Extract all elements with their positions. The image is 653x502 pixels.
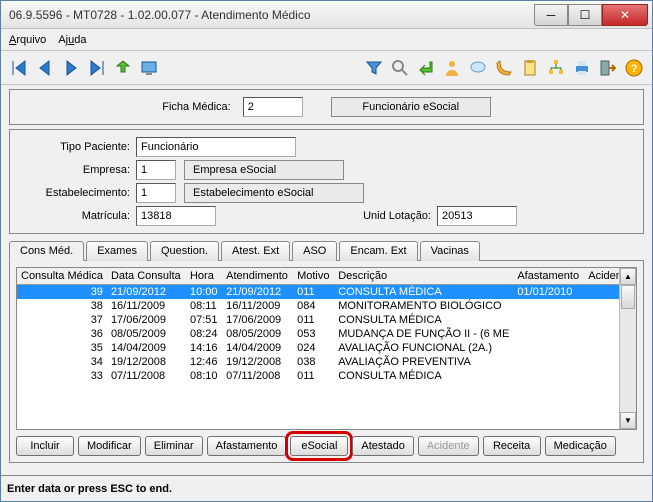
- return-icon[interactable]: [414, 56, 438, 80]
- col-afast[interactable]: Afastamento: [513, 268, 584, 285]
- statusbar: Enter data or press ESC to end.: [1, 475, 652, 501]
- atestado-button[interactable]: Atestado: [352, 436, 413, 456]
- tipo-paciente-label: Tipo Paciente:: [16, 141, 136, 153]
- filter-icon[interactable]: [362, 56, 386, 80]
- afastamento-button[interactable]: Afastamento: [207, 436, 287, 456]
- tab-page: Consulta Médica Data Consulta Hora Atend…: [9, 260, 644, 463]
- menu-arquivo[interactable]: Arquivo: [9, 34, 46, 46]
- display-icon[interactable]: [137, 56, 161, 80]
- col-motivo[interactable]: Motivo: [293, 268, 334, 285]
- tab-encam-ext[interactable]: Encam. Ext: [339, 241, 417, 261]
- tab-aso[interactable]: ASO: [292, 241, 337, 261]
- incluir-button[interactable]: Incluir: [16, 436, 74, 456]
- close-button[interactable]: ✕: [602, 4, 648, 26]
- refresh-icon[interactable]: [111, 56, 135, 80]
- esocial-button[interactable]: eSocial: [290, 436, 348, 456]
- nav-prev-icon[interactable]: [33, 56, 57, 80]
- minimize-button[interactable]: ─: [534, 4, 568, 26]
- table-row[interactable]: 3921/09/201210:0021/09/2012011CONSULTA M…: [17, 285, 636, 300]
- exit-icon[interactable]: [596, 56, 620, 80]
- empresa-input[interactable]: 1: [136, 160, 176, 180]
- matricula-input[interactable]: 13818: [136, 206, 216, 226]
- window-title: 06.9.5596 - MT0728 - 1.02.00.077 - Atend…: [1, 8, 534, 22]
- print-icon[interactable]: [570, 56, 594, 80]
- modificar-button[interactable]: Modificar: [78, 436, 141, 456]
- tab-cons-med[interactable]: Cons Méd.: [9, 241, 84, 261]
- user-icon[interactable]: [440, 56, 464, 80]
- col-hora[interactable]: Hora: [186, 268, 222, 285]
- titlebar: 06.9.5596 - MT0728 - 1.02.00.077 - Atend…: [1, 1, 652, 29]
- scroll-thumb[interactable]: [621, 285, 635, 309]
- estab-input[interactable]: 1: [136, 183, 176, 203]
- paciente-panel: Tipo Paciente: Funcionário Empresa: 1 Em…: [9, 129, 644, 234]
- ficha-label: Ficha Médica:: [162, 101, 236, 113]
- receita-button[interactable]: Receita: [483, 436, 541, 456]
- acidente-button[interactable]: Acidente: [418, 436, 479, 456]
- tab-question[interactable]: Question.: [150, 241, 219, 261]
- maximize-button[interactable]: ☐: [568, 4, 602, 26]
- svg-text:?: ?: [631, 63, 638, 75]
- table-row[interactable]: 3608/05/200908:2408/05/2009053MUDANÇA DE…: [17, 327, 636, 341]
- estab-desc: Estabelecimento eSocial: [184, 183, 364, 203]
- vertical-scrollbar[interactable]: ▲ ▼: [619, 268, 636, 429]
- table-row[interactable]: 3419/12/200812:4619/12/2008038AVALIAÇÃO …: [17, 355, 636, 369]
- nav-last-icon[interactable]: [85, 56, 109, 80]
- ficha-input[interactable]: 2: [243, 97, 303, 117]
- tab-exames[interactable]: Exames: [86, 241, 148, 261]
- estab-label: Estabelecimento:: [16, 187, 136, 199]
- nav-next-icon[interactable]: [59, 56, 83, 80]
- scroll-up-icon[interactable]: ▲: [620, 268, 636, 285]
- unid-label: Unid Lotação:: [363, 210, 437, 222]
- empresa-label: Empresa:: [16, 164, 136, 176]
- col-consulta[interactable]: Consulta Médica: [17, 268, 107, 285]
- menubar: Arquivo Ajuda: [1, 29, 652, 51]
- scroll-down-icon[interactable]: ▼: [620, 412, 636, 429]
- col-desc[interactable]: Descrição: [334, 268, 513, 285]
- empresa-desc: Empresa eSocial: [184, 160, 344, 180]
- button-row: Incluir Modificar Eliminar Afastamento e…: [16, 436, 637, 456]
- col-data[interactable]: Data Consulta: [107, 268, 186, 285]
- table-row[interactable]: 3717/06/200907:5117/06/2009011CONSULTA M…: [17, 313, 636, 327]
- tipo-paciente-input[interactable]: Funcionário: [136, 137, 296, 157]
- content-area: Ficha Médica: 2 Funcionário eSocial Tipo…: [1, 85, 652, 467]
- clipboard-icon[interactable]: [518, 56, 542, 80]
- status-text: Enter data or press ESC to end.: [7, 483, 172, 495]
- window-buttons: ─ ☐ ✕: [534, 4, 648, 26]
- tabs: Cons Méd. Exames Question. Atest. Ext AS…: [9, 240, 644, 260]
- phone-icon[interactable]: [492, 56, 516, 80]
- ficha-panel: Ficha Médica: 2 Funcionário eSocial: [9, 89, 644, 125]
- table-row[interactable]: 3816/11/200908:1116/11/2009084MONITORAME…: [17, 299, 636, 313]
- medicacao-button[interactable]: Medicação: [545, 436, 616, 456]
- eliminar-button[interactable]: Eliminar: [145, 436, 203, 456]
- menu-ajuda[interactable]: Ajuda: [58, 34, 86, 46]
- matricula-label: Matrícula:: [16, 210, 136, 222]
- nav-first-icon[interactable]: [7, 56, 31, 80]
- app-window: 06.9.5596 - MT0728 - 1.02.00.077 - Atend…: [0, 0, 653, 502]
- tab-atest-ext[interactable]: Atest. Ext: [221, 241, 290, 261]
- toolbar: ?: [1, 51, 652, 85]
- org-icon[interactable]: [544, 56, 568, 80]
- funcionario-esocial-button[interactable]: Funcionário eSocial: [331, 97, 491, 117]
- unid-input[interactable]: 20513: [437, 206, 517, 226]
- search-icon[interactable]: [388, 56, 412, 80]
- tab-vacinas[interactable]: Vacinas: [420, 241, 480, 261]
- grid[interactable]: Consulta Médica Data Consulta Hora Atend…: [16, 267, 637, 430]
- col-atend[interactable]: Atendimento: [222, 268, 293, 285]
- table-row[interactable]: 3514/04/200914:1614/04/2009024AVALIAÇÃO …: [17, 341, 636, 355]
- chat-icon[interactable]: [466, 56, 490, 80]
- table-row[interactable]: 3307/11/200808:1007/11/2008011CONSULTA M…: [17, 369, 636, 383]
- help-icon[interactable]: ?: [622, 56, 646, 80]
